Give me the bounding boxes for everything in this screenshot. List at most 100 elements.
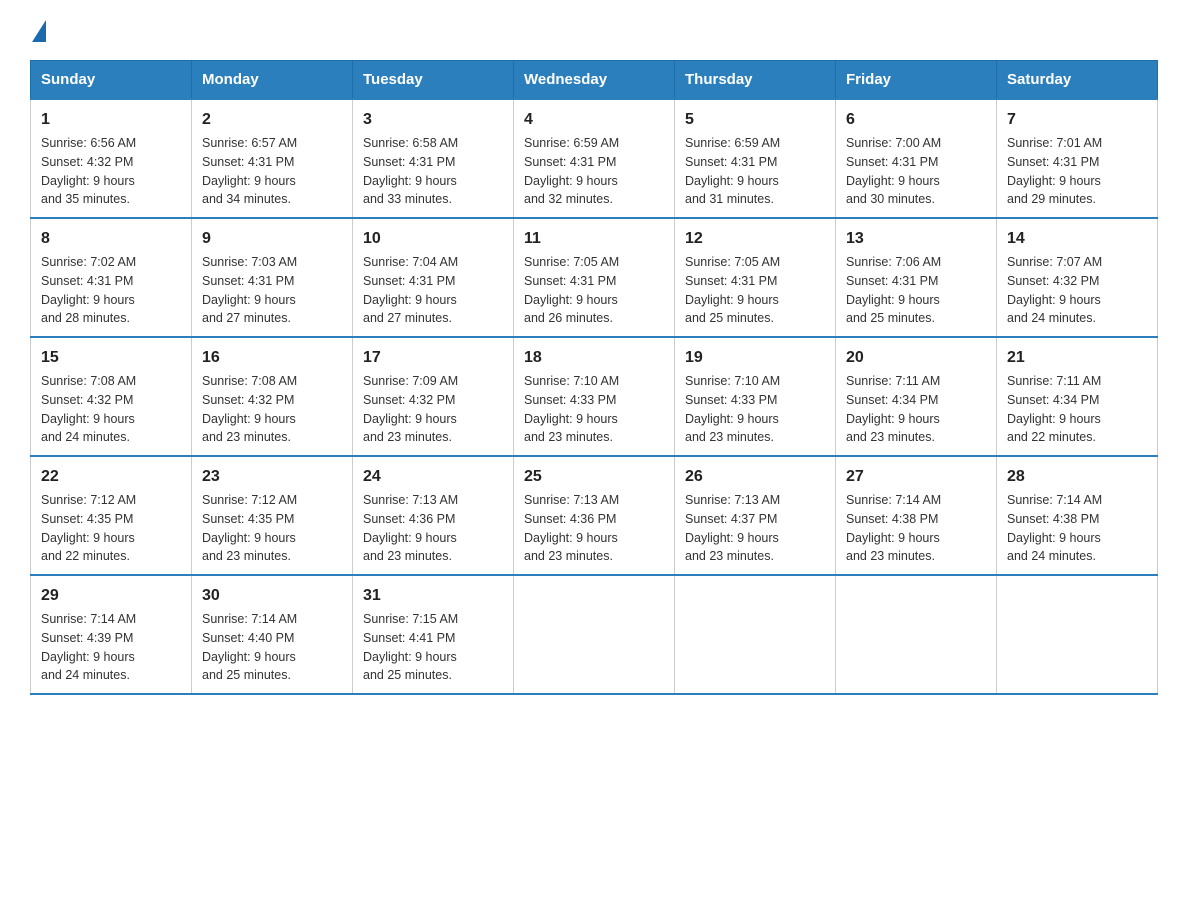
sunrise-label: Sunrise: 7:15 AM [363, 612, 458, 626]
daylight-minutes: and 27 minutes. [202, 311, 291, 325]
calendar-cell: 8Sunrise: 7:02 AMSunset: 4:31 PMDaylight… [31, 218, 192, 337]
col-header-monday: Monday [192, 61, 353, 100]
calendar-cell [675, 575, 836, 694]
sunset-label: Sunset: 4:31 PM [363, 155, 455, 169]
sunrise-label: Sunrise: 6:59 AM [524, 136, 619, 150]
calendar-week-row: 1 Sunrise: 6:56 AM Sunset: 4:32 PM Daylight… [31, 99, 1158, 218]
sunrise-label: Sunrise: 6:59 AM [685, 136, 780, 150]
calendar-cell [836, 575, 997, 694]
sunset-label: Sunset: 4:31 PM [202, 155, 294, 169]
calendar-cell: 24Sunrise: 7:13 AMSunset: 4:36 PMDayligh… [353, 456, 514, 575]
calendar-cell: 7Sunrise: 7:01 AMSunset: 4:31 PMDaylight… [997, 99, 1158, 218]
sunrise-label: Sunrise: 7:14 AM [202, 612, 297, 626]
col-header-tuesday: Tuesday [353, 61, 514, 100]
sunrise-label: Sunrise: 7:08 AM [41, 374, 136, 388]
sunrise-label: Sunrise: 7:03 AM [202, 255, 297, 269]
daylight-label: Daylight: 9 hours [685, 293, 779, 307]
daylight-minutes: and 23 minutes. [363, 549, 452, 563]
sunset-label: Sunset: 4:38 PM [846, 512, 938, 526]
daylight-minutes: and 24 minutes. [41, 668, 130, 682]
daylight-label: Daylight: 9 hours [41, 531, 135, 545]
daylight-label: Daylight: 9 hours [41, 174, 135, 188]
daylight-minutes: and 26 minutes. [524, 311, 613, 325]
sunset-label: Sunset: 4:31 PM [685, 155, 777, 169]
day-number: 18 [524, 346, 664, 370]
day-number: 2 [202, 108, 342, 132]
daylight-minutes: and 23 minutes. [846, 430, 935, 444]
sunrise-label: Sunrise: 7:05 AM [685, 255, 780, 269]
calendar-table: SundayMondayTuesdayWednesdayThursdayFrid… [30, 60, 1158, 695]
calendar-cell: 30Sunrise: 7:14 AMSunset: 4:40 PMDayligh… [192, 575, 353, 694]
daylight-label: Daylight: 9 hours [202, 174, 296, 188]
daylight-label: Daylight: 9 hours [685, 531, 779, 545]
sunset-label: Sunset: 4:32 PM [1007, 274, 1099, 288]
calendar-cell: 16Sunrise: 7:08 AMSunset: 4:32 PMDayligh… [192, 337, 353, 456]
daylight-label: Daylight: 9 hours [363, 412, 457, 426]
day-number: 6 [846, 108, 986, 132]
day-number: 27 [846, 465, 986, 489]
daylight-label: Daylight: 9 hours [846, 531, 940, 545]
col-header-saturday: Saturday [997, 61, 1158, 100]
sunset-label: Sunset: 4:32 PM [41, 393, 133, 407]
daylight-label: Daylight: 9 hours [685, 174, 779, 188]
daylight-minutes: and 32 minutes. [524, 192, 613, 206]
sunset-label: Sunset: 4:34 PM [846, 393, 938, 407]
sunset-label: Sunset: 4:31 PM [202, 274, 294, 288]
calendar-cell: 4 Sunrise: 6:59 AM Sunset: 4:31 PM Daylight… [514, 99, 675, 218]
sunset-label: Sunset: 4:32 PM [41, 155, 133, 169]
daylight-label: Daylight: 9 hours [846, 293, 940, 307]
sunrise-label: Sunrise: 7:05 AM [524, 255, 619, 269]
calendar-cell: 19Sunrise: 7:10 AMSunset: 4:33 PMDayligh… [675, 337, 836, 456]
day-number: 7 [1007, 108, 1147, 132]
sunset-label: Sunset: 4:31 PM [363, 274, 455, 288]
sunset-label: Sunset: 4:40 PM [202, 631, 294, 645]
calendar-cell: 9Sunrise: 7:03 AMSunset: 4:31 PMDaylight… [192, 218, 353, 337]
col-header-sunday: Sunday [31, 61, 192, 100]
daylight-label: Daylight: 9 hours [524, 531, 618, 545]
daylight-minutes: and 25 minutes. [202, 668, 291, 682]
daylight-minutes: and 33 minutes. [363, 192, 452, 206]
daylight-label: Daylight: 9 hours [41, 650, 135, 664]
daylight-minutes: and 23 minutes. [202, 430, 291, 444]
day-number: 9 [202, 227, 342, 251]
sunset-label: Sunset: 4:36 PM [524, 512, 616, 526]
calendar-cell: 23Sunrise: 7:12 AMSunset: 4:35 PMDayligh… [192, 456, 353, 575]
daylight-label: Daylight: 9 hours [202, 412, 296, 426]
sunset-label: Sunset: 4:31 PM [1007, 155, 1099, 169]
sunrise-label: Sunrise: 7:12 AM [202, 493, 297, 507]
sunrise-label: Sunrise: 7:11 AM [1007, 374, 1101, 388]
day-number: 29 [41, 584, 181, 608]
sunrise-label: Sunrise: 7:04 AM [363, 255, 458, 269]
sunset-label: Sunset: 4:33 PM [685, 393, 777, 407]
calendar-week-row: 15Sunrise: 7:08 AMSunset: 4:32 PMDayligh… [31, 337, 1158, 456]
sunset-label: Sunset: 4:31 PM [846, 155, 938, 169]
daylight-label: Daylight: 9 hours [524, 174, 618, 188]
page-header [30, 20, 1158, 40]
daylight-minutes: and 24 minutes. [1007, 549, 1096, 563]
sunrise-label: Sunrise: 6:56 AM [41, 136, 136, 150]
daylight-minutes: and 23 minutes. [202, 549, 291, 563]
daylight-minutes: and 25 minutes. [846, 311, 935, 325]
daylight-minutes: and 25 minutes. [363, 668, 452, 682]
calendar-cell: 10Sunrise: 7:04 AMSunset: 4:31 PMDayligh… [353, 218, 514, 337]
day-number: 4 [524, 108, 664, 132]
day-number: 25 [524, 465, 664, 489]
sunset-label: Sunset: 4:31 PM [524, 155, 616, 169]
calendar-cell: 25Sunrise: 7:13 AMSunset: 4:36 PMDayligh… [514, 456, 675, 575]
day-number: 13 [846, 227, 986, 251]
daylight-label: Daylight: 9 hours [1007, 531, 1101, 545]
sunrise-label: Sunrise: 7:13 AM [685, 493, 780, 507]
sunrise-label: Sunrise: 7:13 AM [363, 493, 458, 507]
daylight-label: Daylight: 9 hours [363, 650, 457, 664]
calendar-cell: 29Sunrise: 7:14 AMSunset: 4:39 PMDayligh… [31, 575, 192, 694]
day-number: 5 [685, 108, 825, 132]
calendar-cell [514, 575, 675, 694]
sunset-label: Sunset: 4:33 PM [524, 393, 616, 407]
calendar-week-row: 22Sunrise: 7:12 AMSunset: 4:35 PMDayligh… [31, 456, 1158, 575]
daylight-label: Daylight: 9 hours [685, 412, 779, 426]
daylight-minutes: and 23 minutes. [846, 549, 935, 563]
day-number: 1 [41, 108, 181, 132]
calendar-cell [997, 575, 1158, 694]
daylight-minutes: and 22 minutes. [1007, 430, 1096, 444]
sunrise-label: Sunrise: 7:07 AM [1007, 255, 1102, 269]
